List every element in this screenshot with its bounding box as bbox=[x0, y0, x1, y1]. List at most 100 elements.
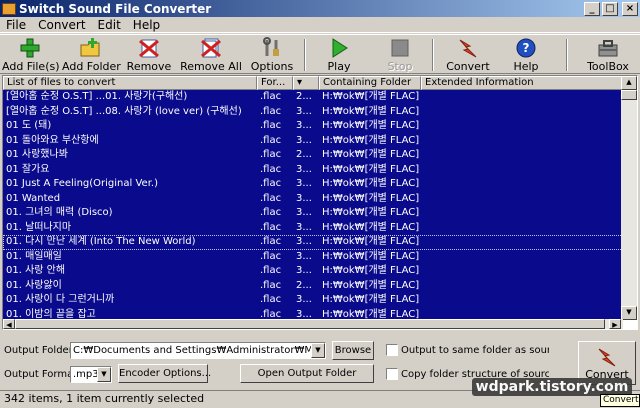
toolbox-button[interactable]: ToolBox bbox=[584, 37, 632, 73]
file-name: 01. 사랑 안해 bbox=[6, 265, 66, 276]
vertical-scrollbar[interactable]: ▲ ▼ bbox=[621, 76, 637, 320]
extended-info bbox=[421, 264, 623, 278]
list-item[interactable]: 01. 매일매일 .flac 3... H:₩ok₩[개별 FLAC] bbox=[3, 250, 623, 264]
extended-info bbox=[421, 105, 623, 119]
list-item[interactable]: 01. 사랑이 다 그런거니까 .flac 3... H:₩ok₩[개별 FLAC] bbox=[3, 293, 623, 308]
list-item[interactable]: 01 도 (돼) .flac 3... H:₩ok₩[개별 FLAC] bbox=[3, 119, 623, 134]
output-format-value: .mp3 bbox=[73, 369, 99, 380]
title-bar[interactable]: Switch Sound File Converter _ □ × bbox=[0, 0, 640, 17]
remove-button[interactable]: Remove bbox=[124, 37, 174, 73]
file-size: 3... bbox=[296, 221, 312, 233]
window-title: Switch Sound File Converter bbox=[19, 1, 212, 16]
chevron-down-icon[interactable]: ▼ bbox=[311, 343, 325, 358]
toolbar: Add File(s) Add Folder Remove Remove All… bbox=[0, 34, 640, 74]
extended-info bbox=[421, 90, 623, 104]
svg-text:?: ? bbox=[523, 41, 530, 55]
list-item[interactable]: 01. 사랑앓이 .flac 2... H:₩ok₩[개별 FLAC] bbox=[3, 279, 623, 293]
containing-folder: H:₩ok₩[개별 FLAC] bbox=[322, 221, 420, 233]
list-item[interactable]: 01 사랑했나봐 .flac 2... H:₩ok₩[개별 FLAC] bbox=[3, 148, 623, 163]
extended-info bbox=[421, 293, 623, 307]
stop-label: Stop bbox=[387, 60, 413, 73]
play-button[interactable]: Play bbox=[318, 37, 360, 73]
list-item[interactable]: [열아홉 순정 O.S.T] ...01. 사랑가(구해선) .flac 2... H… bbox=[3, 90, 623, 105]
help-button[interactable]: ? Help bbox=[506, 37, 546, 73]
file-format: .flac bbox=[260, 105, 282, 117]
scroll-left-icon[interactable]: ◀ bbox=[3, 319, 15, 329]
remove-all-button[interactable]: Remove All bbox=[180, 37, 242, 73]
menu-edit[interactable]: Edit bbox=[92, 18, 127, 32]
list-item[interactable]: 01 Wanted .flac 3... H:₩ok₩[개별 FLAC] bbox=[3, 192, 623, 206]
output-format-select[interactable]: .mp3 ▼ bbox=[70, 366, 112, 383]
file-list[interactable]: List of files to convert For... ▾ Contai… bbox=[2, 75, 638, 330]
extended-info bbox=[421, 134, 623, 148]
same-folder-checkbox[interactable] bbox=[386, 344, 398, 356]
chevron-down-icon[interactable]: ▼ bbox=[97, 367, 111, 382]
options-button[interactable]: Options bbox=[250, 37, 294, 73]
maximize-icon[interactable]: □ bbox=[602, 1, 618, 16]
encoder-options-button[interactable]: Encoder Options... bbox=[118, 364, 211, 383]
extended-info bbox=[421, 119, 623, 133]
same-folder-label: Output to same folder as source files bbox=[401, 345, 549, 356]
copy-structure-checkbox[interactable] bbox=[386, 368, 398, 380]
list-item[interactable]: [열아홉 순정 O.S.T] ...08. 사랑가 (love ver) (구해… bbox=[3, 105, 623, 119]
list-item[interactable]: 01. 날떠나지마 .flac 3... H:₩ok₩[개별 FLAC] bbox=[3, 221, 623, 235]
column-header-extended[interactable]: Extended Information bbox=[421, 76, 623, 90]
list-item[interactable]: 01 잘가요 .flac 3... H:₩ok₩[개별 FLAC] bbox=[3, 163, 623, 177]
scroll-down-icon[interactable]: ▼ bbox=[621, 306, 637, 320]
add-files-button[interactable]: Add File(s) bbox=[2, 37, 60, 73]
file-format: .flac bbox=[260, 236, 282, 247]
horizontal-scrollbar[interactable]: ◀ ▶ bbox=[3, 319, 623, 329]
file-size: 3... bbox=[296, 120, 312, 131]
menu-convert[interactable]: Convert bbox=[32, 18, 91, 32]
file-format: .flac bbox=[260, 207, 282, 218]
extended-info bbox=[421, 177, 623, 191]
file-size: 3... bbox=[296, 134, 312, 146]
list-item[interactable]: 01. 사랑 안해 .flac 3... H:₩ok₩[개별 FLAC] bbox=[3, 264, 623, 279]
extended-info bbox=[421, 279, 623, 293]
add-folder-button[interactable]: Add Folder bbox=[62, 37, 121, 73]
file-format: .flac bbox=[260, 149, 282, 160]
stop-button[interactable]: Stop bbox=[380, 37, 420, 73]
scroll-up-icon[interactable]: ▲ bbox=[621, 76, 637, 90]
add-folder-icon bbox=[79, 37, 101, 59]
list-item[interactable]: 01 Just A Feeling(Original Ver.) .flac 3..… bbox=[3, 177, 623, 192]
column-header-size[interactable]: ▾ bbox=[293, 76, 319, 90]
browse-button[interactable]: Browse bbox=[332, 341, 374, 360]
list-item[interactable]: 01 돌아와요 부산항에 .flac 3... H:₩ok₩[개별 FLAC] bbox=[3, 134, 623, 148]
file-size: 3... bbox=[296, 163, 312, 175]
toolbox-label: ToolBox bbox=[587, 60, 629, 73]
containing-folder: H:₩ok₩[개별 FLAC] bbox=[322, 134, 420, 146]
file-format: .flac bbox=[260, 294, 282, 305]
column-header-format[interactable]: For... bbox=[257, 76, 293, 90]
file-format: .flac bbox=[260, 91, 282, 102]
minimize-icon[interactable]: _ bbox=[584, 1, 600, 16]
list-item[interactable]: 01. 다시 만난 세계 (Into The New World) .flac 3.… bbox=[3, 235, 623, 250]
menu-help[interactable]: Help bbox=[127, 18, 166, 32]
toolbox-icon bbox=[597, 37, 619, 59]
convert-toolbar-button[interactable]: Convert bbox=[444, 37, 492, 73]
file-format: .flac bbox=[260, 250, 282, 262]
convert-icon bbox=[457, 37, 479, 59]
hscroll-thumb[interactable] bbox=[15, 319, 605, 329]
output-folder-field[interactable]: C:₩Documents and Settings₩Administrator₩… bbox=[70, 342, 326, 359]
extended-info bbox=[421, 148, 623, 162]
close-icon[interactable]: × bbox=[622, 1, 638, 16]
file-format: .flac bbox=[260, 163, 282, 175]
remove-label: Remove bbox=[126, 60, 172, 73]
containing-folder: H:₩ok₩[개별 FLAC] bbox=[322, 250, 420, 262]
options-label: Options bbox=[250, 60, 294, 73]
file-size: 3... bbox=[296, 294, 312, 305]
file-name: 01 도 (돼) bbox=[6, 120, 52, 131]
scroll-thumb[interactable] bbox=[621, 90, 637, 100]
scroll-right-icon[interactable]: ▶ bbox=[609, 319, 621, 329]
file-size: 3... bbox=[296, 178, 312, 189]
open-output-folder-button[interactable]: Open Output Folder bbox=[240, 364, 374, 383]
file-name: 01. 날떠나지마 bbox=[6, 221, 72, 233]
add-files-label: Add File(s) bbox=[2, 60, 60, 73]
play-label: Play bbox=[327, 60, 351, 73]
column-header-files[interactable]: List of files to convert bbox=[3, 76, 257, 90]
list-item[interactable]: 01. 그녀의 매력 (Disco) .flac 3... H:₩ok₩[개별 FLA… bbox=[3, 206, 623, 221]
menu-file[interactable]: File bbox=[0, 18, 32, 32]
file-name: 01 사랑했나봐 bbox=[6, 149, 68, 160]
column-header-folder[interactable]: Containing Folder bbox=[319, 76, 421, 90]
